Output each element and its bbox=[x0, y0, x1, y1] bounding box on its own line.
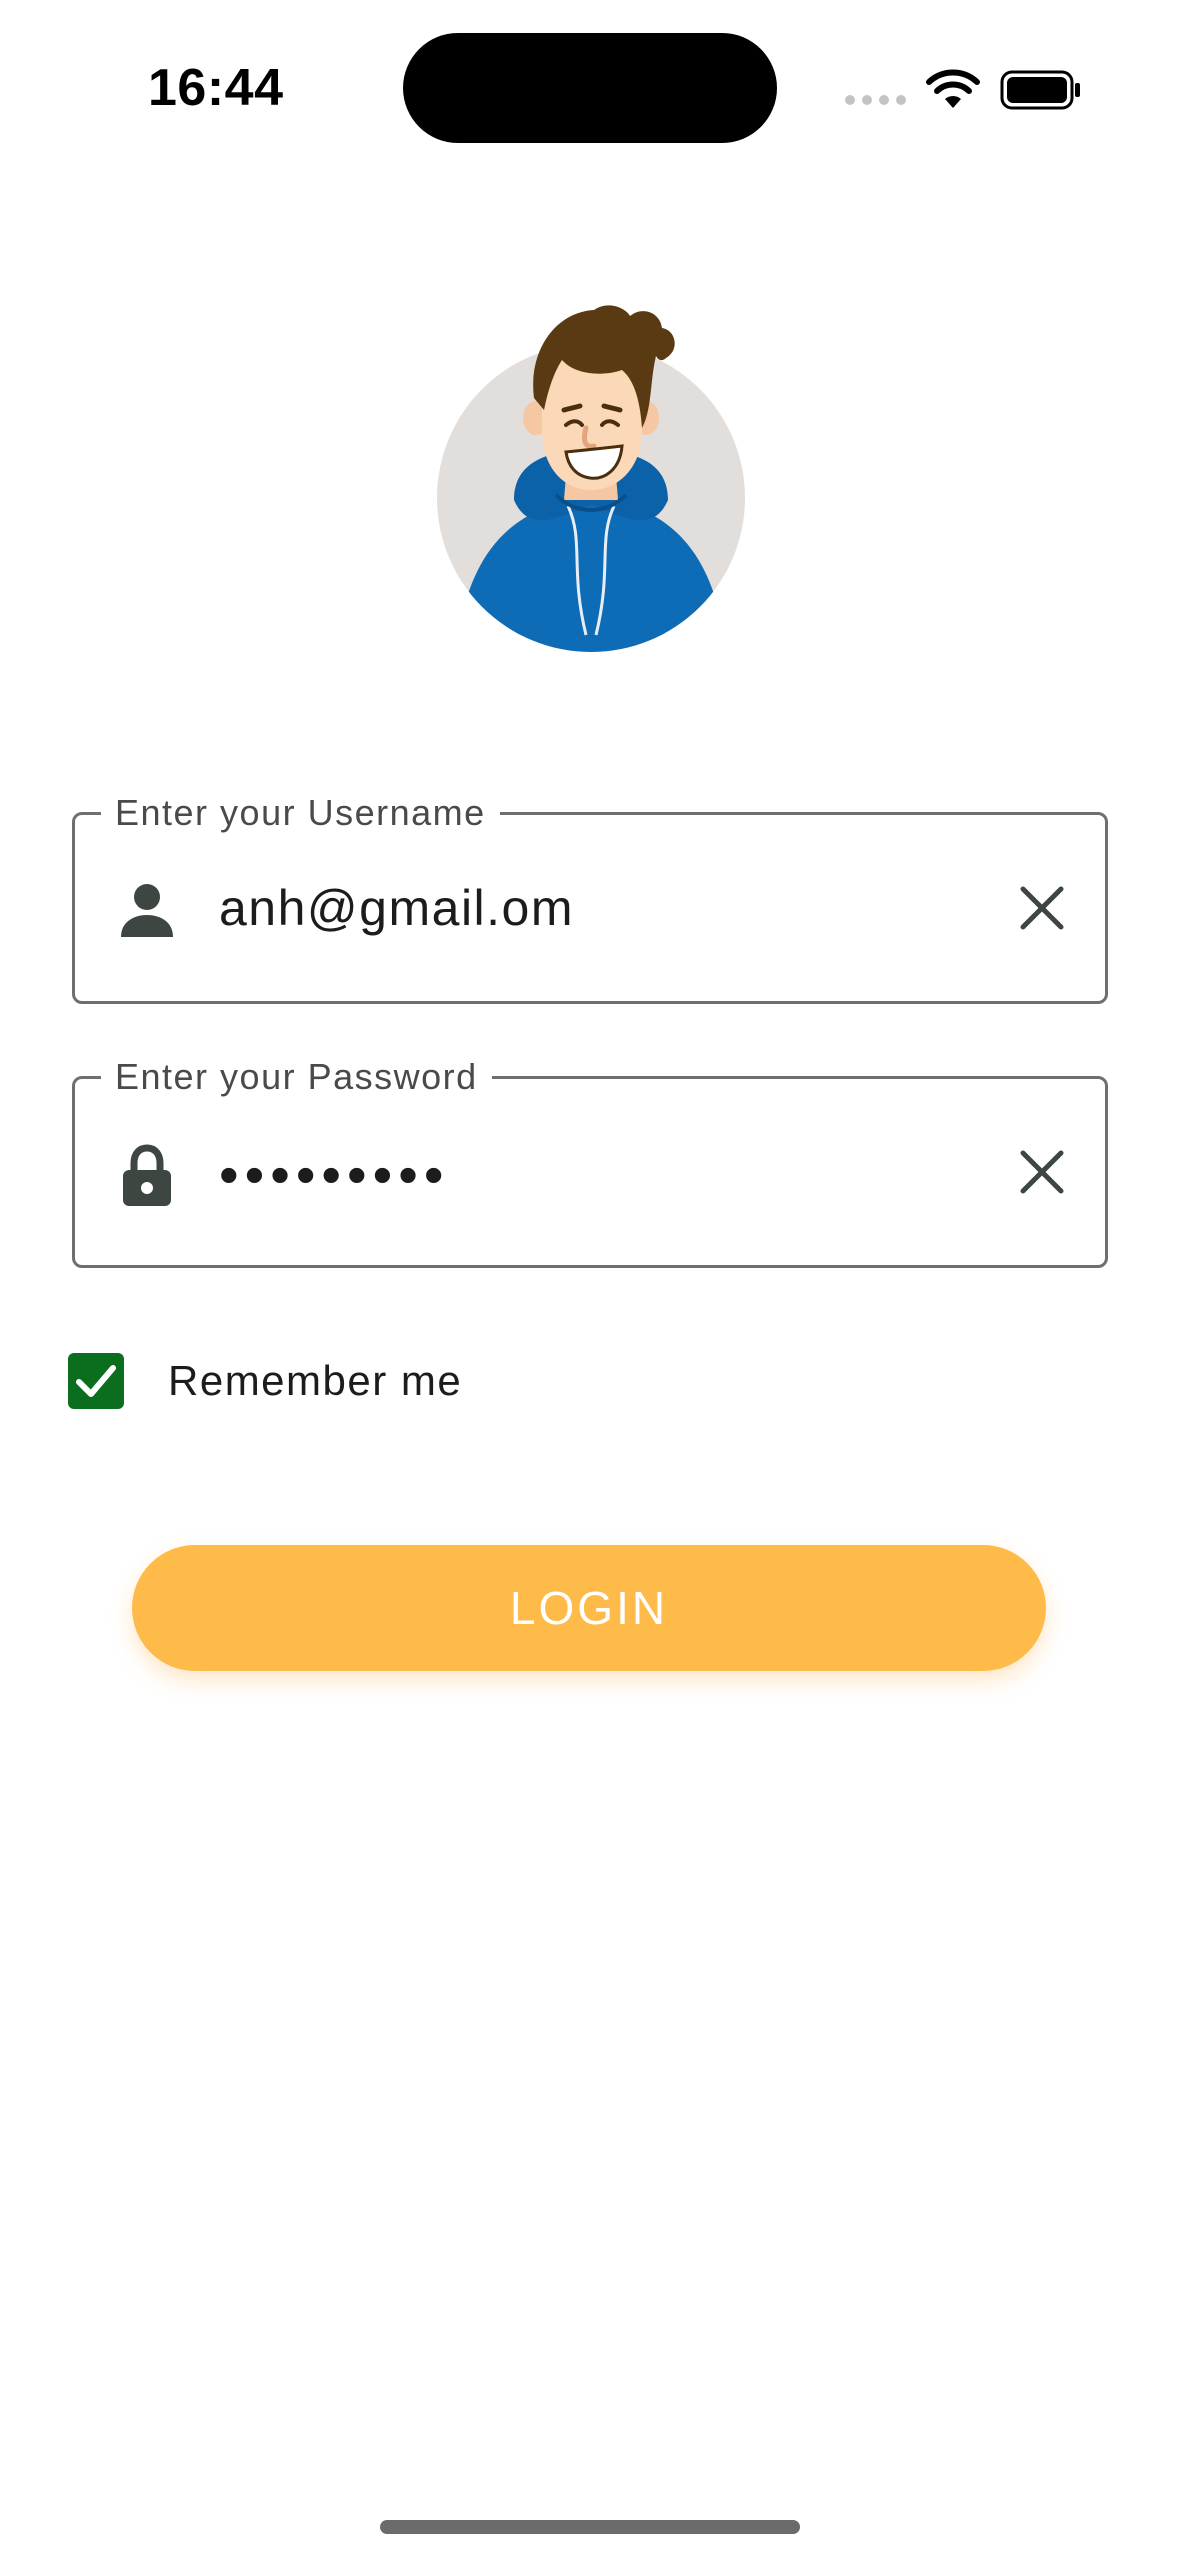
close-icon[interactable] bbox=[1019, 1149, 1065, 1195]
login-screen: 16:44 Enter your Username anh@gmail.om E… bbox=[0, 0, 1179, 2556]
password-field[interactable]: Enter your Password ••••••••• bbox=[72, 1054, 1108, 1268]
status-time: 16:44 bbox=[148, 59, 284, 117]
username-field[interactable]: Enter your Username anh@gmail.om bbox=[72, 790, 1108, 1004]
username-input[interactable]: anh@gmail.om bbox=[219, 815, 574, 1001]
username-clear-button[interactable] bbox=[1011, 877, 1073, 939]
remember-me-label[interactable]: Remember me bbox=[168, 1352, 462, 1410]
home-indicator[interactable] bbox=[380, 2520, 800, 2534]
signal-icon bbox=[845, 95, 906, 105]
avatar-illustration bbox=[437, 305, 745, 652]
password-clear-button[interactable] bbox=[1011, 1141, 1073, 1203]
person-icon bbox=[121, 884, 173, 937]
dynamic-island bbox=[403, 33, 777, 143]
battery-icon bbox=[1000, 70, 1080, 110]
login-button[interactable]: LOGIN bbox=[132, 1545, 1046, 1671]
wifi-icon bbox=[926, 69, 980, 108]
checkmark-icon bbox=[76, 1365, 116, 1397]
remember-me-checkbox[interactable] bbox=[68, 1353, 124, 1409]
close-icon[interactable] bbox=[1019, 885, 1065, 931]
lock-icon bbox=[123, 1144, 171, 1206]
password-input[interactable]: ••••••••• bbox=[219, 1079, 449, 1265]
